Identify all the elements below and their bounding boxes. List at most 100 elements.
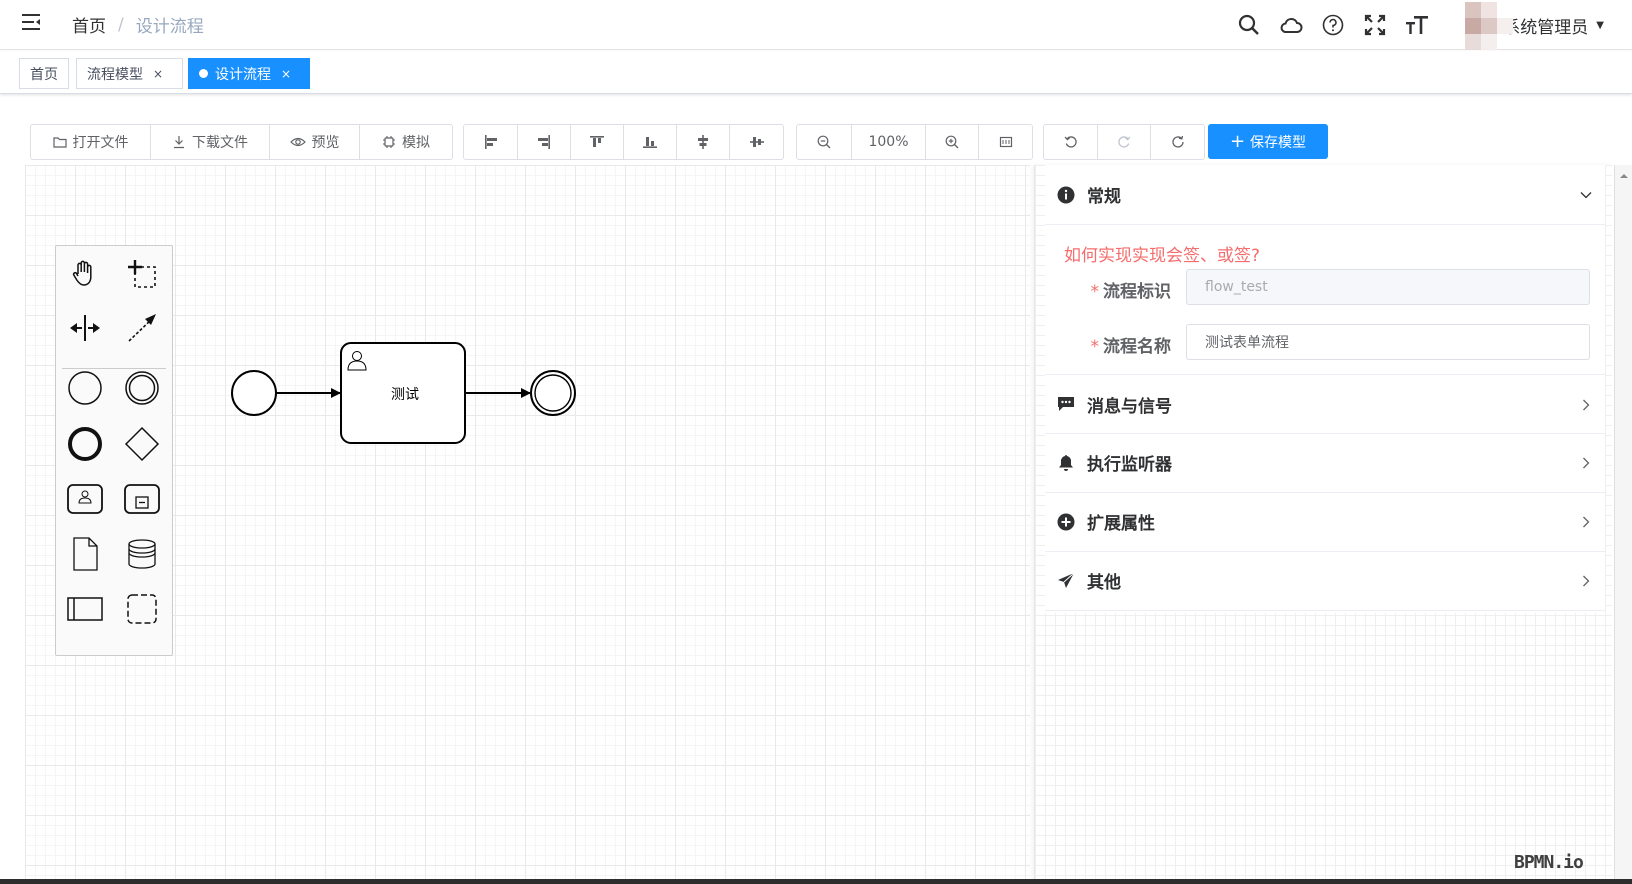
avatar[interactable]	[1457, 0, 1517, 50]
process-name-label: * 流程名称	[1045, 332, 1172, 357]
cloud-icon[interactable]	[1279, 13, 1303, 37]
align-center-button[interactable]	[677, 125, 730, 159]
align-right-icon	[538, 135, 550, 149]
other-section-header[interactable]: 其他	[1045, 551, 1605, 611]
tag-design-process[interactable]: 设计流程 ×	[188, 58, 310, 89]
open-file-label: 打开文件	[72, 135, 129, 151]
file-button-group: 打开文件 下载文件 预览 模拟	[30, 124, 453, 160]
required-mark: *	[1090, 282, 1100, 302]
fit-viewport-button[interactable]	[979, 125, 1032, 159]
message-section-header[interactable]: 消息与信号	[1045, 374, 1605, 434]
tags-view: 首页 流程模型 × 设计流程 ×	[0, 51, 1632, 94]
preview-button[interactable]: 预览	[270, 125, 360, 159]
bpmn-io-watermark[interactable]: BPMN.io	[1514, 852, 1584, 873]
breadcrumb-current: 设计流程	[135, 17, 204, 37]
align-left-icon	[484, 135, 497, 149]
lasso-tool-icon[interactable]	[122, 254, 162, 294]
intermediate-event-icon[interactable]	[122, 368, 162, 408]
extension-section-title: 扩展属性	[1087, 514, 1155, 534]
pool-icon[interactable]	[65, 589, 105, 629]
breadcrumb-home[interactable]: 首页	[72, 12, 106, 37]
process-id-label: * 流程标识	[1045, 277, 1172, 302]
properties-panel: 常规 如何实现实现会签、或签? * 流程标识 flow_test * 流程名称 测试…	[1034, 165, 1612, 879]
plus-icon: +	[1229, 130, 1246, 152]
zoom-in-button[interactable]	[926, 125, 979, 159]
tag-label: 首页	[30, 66, 58, 83]
process-name-row: * 流程名称 测试表单流程	[1045, 324, 1605, 360]
message-section-title: 消息与信号	[1087, 396, 1172, 417]
preview-label: 预览	[311, 135, 340, 151]
align-middle-button[interactable]	[730, 125, 783, 159]
process-name-label-text: 流程名称	[1103, 337, 1171, 357]
redo-icon	[1118, 136, 1131, 148]
simulate-label: 模拟	[402, 135, 430, 151]
align-left-button[interactable]	[464, 125, 518, 159]
data-object-icon[interactable]	[65, 534, 105, 574]
process-id-label-text: 流程标识	[1103, 282, 1171, 302]
extension-section-header[interactable]: 扩展属性	[1045, 492, 1605, 552]
download-icon	[174, 136, 184, 149]
history-button-group	[1043, 124, 1205, 160]
align-bottom-icon	[643, 137, 657, 148]
connect-tool-icon[interactable]	[122, 308, 162, 348]
tag-home[interactable]: 首页	[19, 58, 69, 89]
zoom-out-button[interactable]	[797, 125, 852, 159]
subprocess-icon[interactable]	[122, 479, 162, 519]
simulate-button[interactable]: 模拟	[360, 125, 452, 159]
cpu-icon	[383, 136, 395, 148]
navbar-right: 系统管理员 ▼	[1237, 0, 1632, 50]
start-event-icon[interactable]	[65, 368, 105, 408]
help-icon[interactable]	[1321, 13, 1345, 37]
user-task-icon[interactable]	[65, 479, 105, 519]
properties-content: 常规 如何实现实现会签、或签? * 流程标识 flow_test * 流程名称 测试…	[1045, 165, 1605, 613]
open-file-button[interactable]: 打开文件	[31, 125, 151, 159]
listener-section-header[interactable]: 执行监听器	[1045, 433, 1605, 493]
scroll-up-arrow-icon[interactable]	[1615, 169, 1632, 183]
process-id-input[interactable]: flow_test	[1186, 269, 1590, 305]
process-name-value: 测试表单流程	[1205, 335, 1289, 351]
help-question-text[interactable]: 如何实现实现会签、或签?	[1064, 241, 1260, 266]
save-model-button[interactable]: + 保存模型	[1208, 124, 1328, 159]
tag-label: 设计流程	[215, 66, 271, 83]
bpmn-canvas[interactable]	[25, 165, 1030, 879]
zoom-button-group: 100%	[796, 124, 1033, 160]
download-file-label: 下载文件	[192, 135, 248, 151]
tag-process-model[interactable]: 流程模型 ×	[76, 58, 183, 89]
font-size-icon[interactable]	[1405, 13, 1429, 37]
breadcrumb-separator: /	[118, 14, 124, 35]
zoom-out-icon	[817, 135, 831, 149]
group-icon[interactable]	[122, 589, 162, 629]
refresh-button[interactable]	[1151, 125, 1204, 159]
chevron-right-icon	[1579, 573, 1593, 592]
undo-button[interactable]	[1044, 125, 1098, 159]
send-icon	[1056, 571, 1076, 591]
align-middle-icon	[749, 137, 764, 147]
close-icon[interactable]: ×	[281, 67, 291, 81]
properties-scrollbar[interactable]	[1614, 165, 1632, 879]
hamburger-icon[interactable]	[20, 10, 44, 34]
bpmn-palette	[55, 245, 173, 656]
process-name-input[interactable]: 测试表单流程	[1186, 324, 1590, 360]
chevron-right-icon	[1579, 455, 1593, 474]
undo-icon	[1064, 136, 1077, 148]
gateway-icon[interactable]	[122, 424, 162, 464]
align-center-icon	[698, 135, 708, 149]
download-file-button[interactable]: 下载文件	[151, 125, 270, 159]
space-tool-icon[interactable]	[65, 308, 105, 348]
close-icon[interactable]: ×	[153, 67, 163, 81]
zoom-level: 100%	[852, 125, 926, 159]
redo-button[interactable]	[1098, 125, 1151, 159]
search-icon[interactable]	[1237, 13, 1261, 37]
align-right-button[interactable]	[518, 125, 571, 159]
data-store-icon[interactable]	[122, 534, 162, 574]
align-bottom-button[interactable]	[624, 125, 677, 159]
caret-down-icon[interactable]: ▼	[1596, 20, 1604, 31]
fullscreen-icon[interactable]	[1363, 13, 1387, 37]
hand-tool-icon[interactable]	[65, 254, 105, 294]
end-event-icon[interactable]	[65, 424, 105, 464]
user-task-label: 测试	[391, 387, 419, 403]
align-top-icon	[590, 136, 604, 147]
general-section-header[interactable]: 常规	[1045, 165, 1605, 225]
align-top-button[interactable]	[571, 125, 624, 159]
required-mark: *	[1090, 337, 1100, 357]
